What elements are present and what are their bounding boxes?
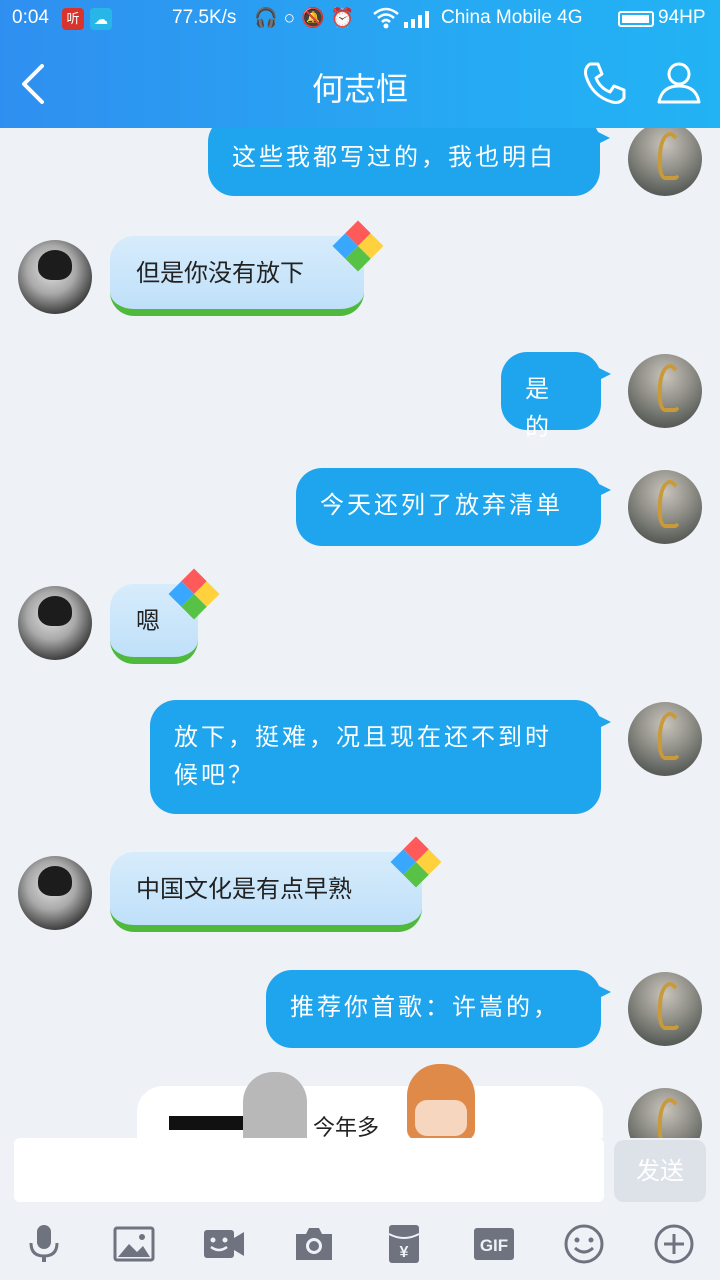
emoji-icon[interactable]	[560, 1220, 608, 1268]
battery-icon	[618, 11, 654, 27]
my-avatar[interactable]	[628, 128, 702, 196]
input-bar: 发送	[0, 1138, 720, 1206]
camera-icon[interactable]	[290, 1220, 338, 1268]
plus-icon[interactable]	[650, 1220, 698, 1268]
signal-icon	[404, 10, 432, 34]
my-avatar[interactable]	[628, 470, 702, 544]
contact-avatar[interactable]	[18, 856, 92, 930]
contact-avatar[interactable]	[18, 586, 92, 660]
message-bubble-out[interactable]: 是的	[501, 352, 611, 441]
mic-icon[interactable]	[20, 1220, 68, 1268]
my-avatar[interactable]	[628, 1088, 702, 1138]
red-packet-icon[interactable]: ¥	[380, 1220, 428, 1268]
card-text: 今年多	[313, 1116, 380, 1138]
message-bubble-in[interactable]: 但是你没有放下	[110, 236, 364, 316]
music-card[interactable]: 今年多	[137, 1064, 603, 1138]
person-icon[interactable]	[654, 58, 704, 108]
carrier-label: China Mobile 4G	[441, 7, 583, 28]
message-bubble-out[interactable]: 放下，挺难，况且现在还不到时候吧？	[150, 700, 611, 814]
my-avatar[interactable]	[628, 972, 702, 1046]
listen-app-icon: 听	[62, 8, 84, 30]
image-icon[interactable]	[110, 1220, 158, 1268]
message-input[interactable]	[14, 1138, 604, 1202]
net-speed: 77.5K/s	[172, 7, 237, 28]
message-bubble-out[interactable]: 今天还列了放弃清单	[296, 468, 611, 546]
phone-icon[interactable]	[580, 58, 630, 108]
status-icons: 🎧○🔕⏰	[254, 8, 361, 29]
message-bubble-in[interactable]: 中国文化是有点早熟	[110, 852, 422, 932]
cloud-app-icon: ☁	[90, 8, 112, 30]
battery-label: 94HP	[658, 7, 706, 28]
status-bar: 0:04 听 ☁ 77.5K/s 🎧○🔕⏰ China Mobile 4G 94…	[0, 0, 720, 38]
card-cover	[169, 1116, 249, 1130]
yen-label: ¥	[400, 1244, 409, 1261]
my-avatar[interactable]	[628, 702, 702, 776]
gif-icon[interactable]: GIF	[470, 1220, 518, 1268]
message-bubble-out[interactable]: 这些我都写过的，我也明白	[208, 128, 610, 196]
my-avatar[interactable]	[628, 354, 702, 428]
chat-toolbar: ¥ GIF	[0, 1206, 720, 1280]
cartoon-character	[243, 1072, 307, 1138]
video-icon[interactable]	[200, 1220, 248, 1268]
message-bubble-out[interactable]: 推荐你首歌：许嵩的，	[266, 970, 611, 1048]
contact-avatar[interactable]	[18, 240, 92, 314]
gif-label: GIF	[480, 1236, 508, 1255]
chat-header: 何志恒	[0, 38, 720, 128]
send-button[interactable]: 发送	[614, 1140, 706, 1202]
status-time: 0:04	[12, 7, 49, 28]
cartoon-character	[407, 1064, 475, 1138]
wifi-icon	[372, 6, 400, 36]
message-list[interactable]: 这些我都写过的，我也明白 但是你没有放下 是的 今天还列了放弃清单 嗯 放下，挺…	[0, 128, 720, 1138]
